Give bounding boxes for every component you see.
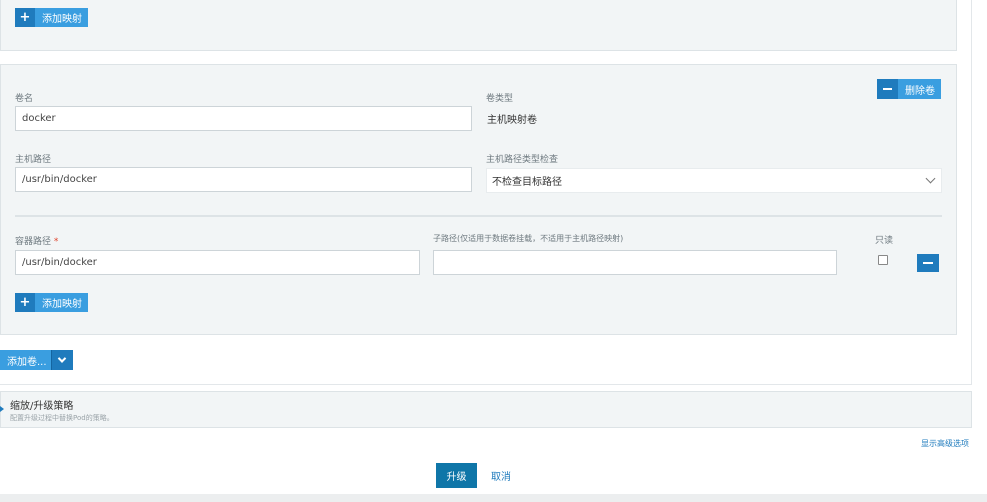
container-path-input[interactable]: /usr/bin/docker [15, 250, 420, 275]
delete-volume-label: 删除卷 [905, 85, 935, 97]
add-mapping-label: 添加映射 [42, 299, 82, 310]
add-volume-split-button: 添加卷... [0, 350, 73, 370]
add-volume-button[interactable]: 添加卷... [0, 350, 51, 370]
top-volume-panel: + 添加映射 [0, 0, 957, 51]
delete-volume-button[interactable]: 删除卷 [877, 79, 941, 99]
volume-type-label: 卷类型 [486, 94, 514, 104]
volume-name-label: 卷名 [15, 94, 34, 104]
section-divider [15, 215, 942, 217]
subpath-input[interactable] [433, 250, 837, 275]
host-path-check-value: 不检查目标路径 [492, 177, 562, 188]
readonly-label: 只读 [875, 236, 894, 246]
scaling-title: 缩放/升级策略 [10, 401, 74, 412]
plus-icon: + [15, 293, 35, 312]
required-mark: * [53, 237, 59, 247]
readonly-checkbox[interactable] [878, 255, 888, 265]
minus-icon [877, 79, 898, 99]
chevron-down-icon [57, 354, 67, 363]
minus-icon [923, 262, 933, 264]
volume-type-value: 主机映射卷 [487, 115, 537, 126]
section-expand-icon [0, 406, 4, 412]
host-path-check-label: 主机路径类型检查 [486, 155, 559, 165]
container-path-label: 容器路径 * [15, 237, 59, 247]
top-add-mapping-button[interactable]: + 添加映射 [15, 8, 88, 27]
scaling-section[interactable]: 缩放/升级策略 配置升级过程中替换Pod的策略。 [0, 391, 972, 428]
volume-panel: 删除卷 卷名 docker 卷类型 主机映射卷 主机路径 /usr/bin/do… [0, 64, 957, 335]
add-mapping-button[interactable]: + 添加映射 [15, 293, 88, 312]
add-volume-dropdown-toggle[interactable] [50, 350, 73, 370]
bottom-bar [0, 494, 987, 502]
chevron-down-icon [925, 173, 936, 184]
host-path-input[interactable]: /usr/bin/docker [15, 167, 472, 192]
host-path-check-select[interactable]: 不检查目标路径 [486, 168, 942, 193]
upgrade-button[interactable]: 升级 [436, 463, 477, 488]
volume-name-input[interactable]: docker [15, 106, 472, 131]
scaling-description: 配置升级过程中替换Pod的策略。 [10, 414, 114, 422]
plus-icon: + [15, 8, 35, 27]
remove-mapping-button[interactable] [917, 254, 939, 272]
host-path-label: 主机路径 [15, 155, 52, 165]
cancel-link[interactable]: 取消 [491, 468, 511, 483]
add-mapping-label: 添加映射 [42, 14, 82, 25]
show-advanced-options-link[interactable]: 显示高级选项 [921, 438, 969, 449]
subpath-label: 子路径(仅适用于数据卷挂载，不适用于主机路径映射) [433, 234, 624, 243]
